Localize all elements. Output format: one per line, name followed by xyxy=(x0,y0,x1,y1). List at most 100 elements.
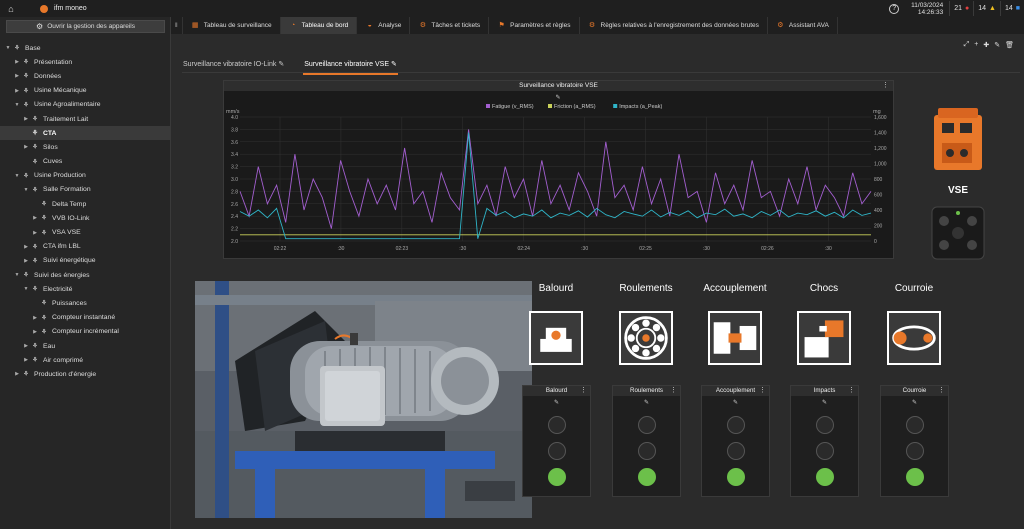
pin-icon[interactable]: ✎ xyxy=(523,399,590,406)
left-tick-label: 3.2 xyxy=(231,165,238,171)
open-device-management-button[interactable]: ⚙ Ouvrir la gestion des appareils xyxy=(6,20,165,33)
tree-item[interactable]: ▼ ⚘ Usine Agroalimentaire xyxy=(0,98,171,112)
pin-icon[interactable]: ✎ xyxy=(702,399,769,406)
tab-1[interactable]: ◔ Tableau de bord xyxy=(280,17,358,34)
pin-icon[interactable]: ✎ xyxy=(791,399,858,406)
tree-item[interactable]: ▶ ⚘ Présentation xyxy=(0,55,171,69)
caret-right-icon[interactable]: ▶ xyxy=(31,215,39,221)
warning-counter[interactable]: 14 ▲ xyxy=(973,1,1000,16)
caret-right-icon[interactable]: ▶ xyxy=(31,315,39,321)
caret-right-icon[interactable]: ▶ xyxy=(22,244,30,250)
indicator-menu-icon[interactable]: ⋮ xyxy=(848,386,855,396)
caret-right-icon[interactable]: ▶ xyxy=(13,371,21,377)
fullscreen-icon[interactable]: ⤢ xyxy=(964,41,970,49)
tree-item[interactable]: ▶ ⚘ Silos xyxy=(0,140,171,154)
fault-column-courroie: Courroie xyxy=(874,283,954,365)
fault-title: Courroie xyxy=(894,283,934,294)
tree-item[interactable]: ▶ ⚘ Traitement Lait xyxy=(0,112,171,126)
pin-icon[interactable]: ✎ xyxy=(881,399,948,406)
pin-icon[interactable]: ✚ xyxy=(983,41,989,49)
tab-label: Paramètres et règles xyxy=(510,22,571,29)
add-icon[interactable]: + xyxy=(974,41,978,49)
tree-item-label: Silos xyxy=(43,143,58,151)
caret-right-icon[interactable]: ▶ xyxy=(22,144,30,150)
caret-right-icon[interactable]: ▶ xyxy=(22,116,30,122)
tab-3[interactable]: ⚙ Tâches et tickets xyxy=(410,17,490,34)
alarm-counter-red[interactable]: 21 ● xyxy=(949,1,973,16)
tree-item[interactable]: ▶ ⚘ VSA VSE xyxy=(0,225,171,239)
node-icon: ⚘ xyxy=(40,328,48,336)
caret-down-icon[interactable]: ▼ xyxy=(22,187,30,193)
tree-item-label: Eau xyxy=(43,342,56,350)
node-icon: ⚘ xyxy=(31,357,39,365)
tab-4[interactable]: ⚑ Paramètres et règles xyxy=(489,17,580,34)
tree-item[interactable]: ▼ ⚘ Electricité xyxy=(0,282,171,296)
caret-right-icon[interactable]: ▶ xyxy=(13,73,21,79)
caret-right-icon[interactable]: ▶ xyxy=(31,230,39,236)
tree-item[interactable]: ▼ ⚘ Usine Production xyxy=(0,169,171,183)
product-name: VSE xyxy=(947,185,968,196)
caret-right-icon[interactable]: ▶ xyxy=(22,343,30,349)
motor-photo xyxy=(195,281,532,518)
collapse-sidebar-handle[interactable]: ‖ xyxy=(171,17,183,34)
chart-menu-icon[interactable]: ⋮ xyxy=(882,81,889,91)
tree-item[interactable]: ▼ ⚘ Base xyxy=(0,41,171,55)
caret-right-icon[interactable]: ▶ xyxy=(13,88,21,94)
caret-down-icon[interactable]: ▼ xyxy=(13,272,21,278)
tab-5[interactable]: ⚙ Règles relatives à l'enregistrement des… xyxy=(580,17,768,34)
node-icon: ⚘ xyxy=(22,172,30,180)
tab-2[interactable]: ◒ Analyse xyxy=(357,17,411,34)
tree-item[interactable]: ▶ ⚘ Données xyxy=(0,69,171,83)
tab-icon: ⚑ xyxy=(498,21,505,29)
tree-item[interactable]: ▶ ⚘ Compteur instantané xyxy=(0,311,171,325)
time: 14:26:33 xyxy=(917,8,944,16)
tab-6[interactable]: ⚙ Assistant AVA xyxy=(768,17,838,34)
legend-label: Impacts (a_Peak) xyxy=(619,104,662,110)
indicator-menu-icon[interactable]: ⋮ xyxy=(580,386,587,396)
tree-item[interactable]: ▶ ⚘ Eau xyxy=(0,339,171,353)
tree-item[interactable]: ▶ ⚘ Air comprimé xyxy=(0,353,171,367)
caret-down-icon[interactable]: ▼ xyxy=(4,45,12,51)
caret-down-icon[interactable]: ▼ xyxy=(13,102,21,108)
legend-label: Friction (a_RMS) xyxy=(554,104,596,110)
caret-right-icon[interactable]: ▶ xyxy=(13,59,21,65)
brand: ifm moneo xyxy=(40,4,87,13)
tree-item[interactable]: ▶ ⚘ VVB IO-Link xyxy=(0,211,171,225)
fault-title: Chocs xyxy=(809,283,839,294)
tree-item[interactable]: ▼ ⚘ Salle Formation xyxy=(0,183,171,197)
tree-item[interactable]: ▶ ⚘ Compteur incrémental xyxy=(0,325,171,339)
caret-right-icon[interactable]: ▶ xyxy=(22,258,30,264)
tree-item[interactable]: ▶ ⚘ Usine Mécanique xyxy=(0,84,171,98)
indicator-title: Balourd xyxy=(545,387,568,394)
tree-item[interactable]: ⚘ Cuves xyxy=(0,155,171,169)
caret-right-icon[interactable]: ▶ xyxy=(22,357,30,363)
tree-item-label: Compteur instantané xyxy=(52,314,116,322)
indicator-menu-icon[interactable]: ⋮ xyxy=(759,386,766,396)
delete-icon[interactable]: 🗑 xyxy=(1005,41,1014,49)
indicator-menu-icon[interactable]: ⋮ xyxy=(670,386,677,396)
tree-item[interactable]: ▼ ⚘ Suivi des énergies xyxy=(0,268,171,282)
caret-down-icon[interactable]: ▼ xyxy=(13,173,21,179)
indicator-menu-icon[interactable]: ⋮ xyxy=(938,386,945,396)
tree-item[interactable]: ▶ ⚘ Suivi énergétique xyxy=(0,254,171,268)
status-lamp-off xyxy=(816,442,834,460)
tree-item[interactable]: ⚘ CTA xyxy=(0,126,171,141)
tree-item[interactable]: ⚘ Puissances xyxy=(0,296,171,310)
tree-item[interactable]: ⚘ Delta Temp xyxy=(0,197,171,211)
indicator-header: Balourd ⋮ xyxy=(523,386,590,396)
date: 11/03/2024 xyxy=(911,1,944,9)
home-icon[interactable]: ⌂ xyxy=(6,4,16,14)
x-tick-label: :30 xyxy=(825,246,832,252)
help-icon[interactable]: ? xyxy=(889,3,900,14)
caret-right-icon[interactable]: ▶ xyxy=(31,329,39,335)
pin-icon[interactable]: ✎ xyxy=(613,399,680,406)
info-counter[interactable]: 14 ■ xyxy=(999,1,1024,16)
caret-down-icon[interactable]: ▼ xyxy=(22,286,30,292)
tree-item[interactable]: ▶ ⚘ CTA ifm LBL xyxy=(0,240,171,254)
left-tick-label: 4.0 xyxy=(231,115,238,121)
chocs-icon xyxy=(797,311,851,365)
subtab-divider xyxy=(182,72,1020,73)
tab-0[interactable]: ▦ Tableau de surveillance xyxy=(183,17,281,34)
edit-icon[interactable]: ✎ xyxy=(994,41,1000,49)
tree-item[interactable]: ▶ ⚘ Production d'énergie xyxy=(0,367,171,381)
